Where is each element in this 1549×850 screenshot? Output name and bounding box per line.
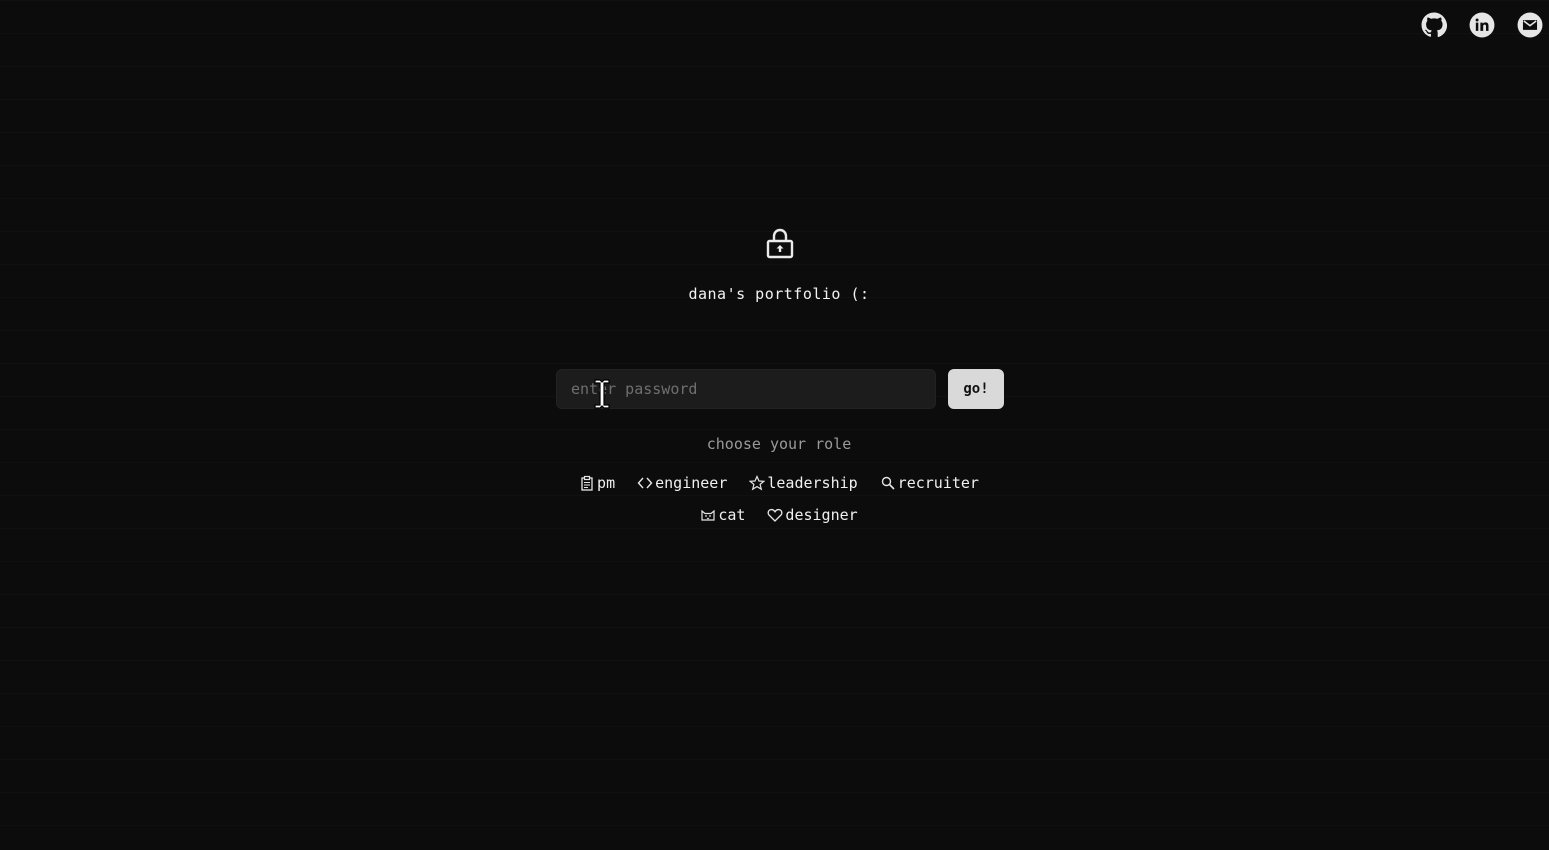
- text-cursor-icon: [594, 379, 610, 409]
- search-icon: [880, 475, 896, 491]
- roles-row-1: pm engineer leadership recruiter: [0, 474, 1549, 492]
- role-pm-button[interactable]: pm: [579, 474, 615, 492]
- role-label: pm: [597, 474, 616, 492]
- password-input[interactable]: [556, 369, 936, 409]
- heart-icon: [767, 507, 783, 523]
- lock-icon: [766, 228, 794, 259]
- role-label: cat: [718, 506, 746, 524]
- linkedin-link[interactable]: [1469, 12, 1495, 38]
- social-links: [1421, 12, 1543, 38]
- github-icon: [1421, 12, 1447, 38]
- code-icon: [637, 475, 653, 491]
- role-cat-button[interactable]: cat: [700, 506, 745, 524]
- role-prompt: choose your role: [706, 435, 852, 453]
- role-leadership-button[interactable]: leadership: [749, 474, 858, 492]
- password-row: go!: [556, 369, 1004, 409]
- roles-row-2: cat designer: [0, 506, 1549, 524]
- role-label: engineer: [655, 474, 728, 492]
- clipboard-icon: [579, 475, 595, 491]
- github-link[interactable]: [1421, 12, 1447, 38]
- cat-icon: [700, 507, 716, 523]
- email-link[interactable]: [1517, 12, 1543, 38]
- star-icon: [749, 475, 766, 491]
- role-label: recruiter: [897, 474, 979, 492]
- role-recruiter-button[interactable]: recruiter: [880, 474, 979, 492]
- role-engineer-button[interactable]: engineer: [637, 474, 727, 492]
- mail-icon: [1517, 12, 1543, 38]
- page-title: dana's portfolio (:: [688, 285, 870, 303]
- role-label: leadership: [767, 474, 858, 492]
- role-label: designer: [785, 506, 858, 524]
- role-designer-button[interactable]: designer: [767, 506, 858, 524]
- linkedin-icon: [1469, 12, 1495, 38]
- go-button[interactable]: go!: [948, 369, 1004, 409]
